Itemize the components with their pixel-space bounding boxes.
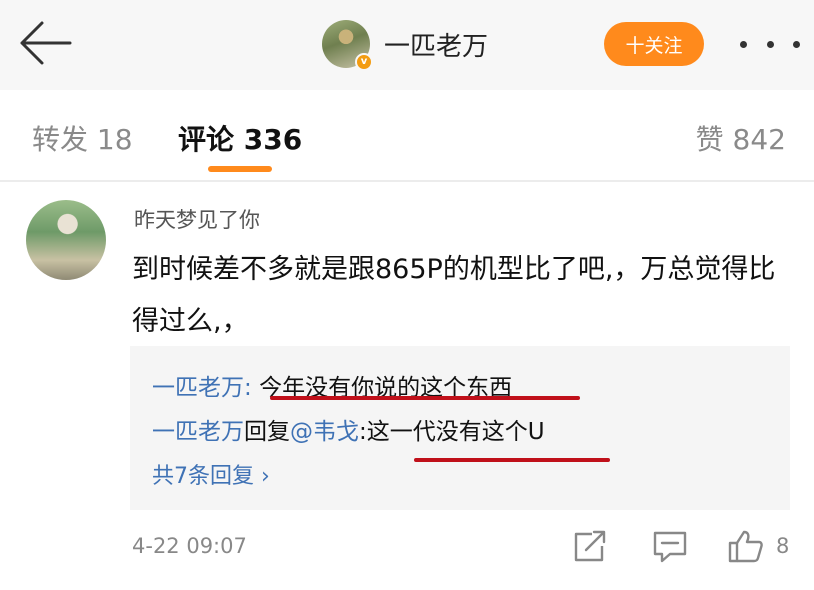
reply-mention[interactable]: @韦戈: [290, 419, 359, 445]
divider: [0, 180, 814, 182]
header-user[interactable]: v 一匹老万: [322, 18, 488, 71]
top-bar: v 一匹老万 十关注: [0, 0, 814, 90]
reply-separator: :: [244, 375, 260, 401]
active-tab-indicator: [208, 166, 272, 172]
annotation-underline: [414, 458, 610, 462]
like-count: 8: [776, 534, 790, 558]
more-dots-icon[interactable]: [740, 26, 800, 62]
comment-timestamp: 4-22 09:07: [132, 534, 247, 558]
reply-author[interactable]: 一匹老万: [152, 419, 244, 445]
reply-text: 这一代没有这个U: [366, 419, 545, 445]
dot: [766, 40, 774, 48]
more-replies-link[interactable]: 共7条回复 ›: [152, 458, 270, 490]
share-button[interactable]: [570, 528, 610, 564]
reply-box[interactable]: 一匹老万: 今年没有你说的这个东西 一匹老万回复@韦戈:这一代没有这个U 共7条…: [130, 346, 790, 510]
avatar[interactable]: v: [322, 20, 373, 71]
back-arrow-icon: [20, 21, 72, 65]
header-user-name[interactable]: 一匹老万: [384, 26, 488, 63]
verified-badge-icon: v: [355, 53, 373, 71]
back-button[interactable]: [16, 18, 74, 68]
reply-item[interactable]: 一匹老万回复@韦戈:这一代没有这个U: [152, 412, 545, 446]
follow-button[interactable]: 十关注: [604, 22, 704, 66]
comment-button[interactable]: [650, 528, 690, 564]
dot: [740, 40, 747, 48]
commenter-avatar[interactable]: [26, 200, 106, 280]
dot: [793, 40, 800, 48]
tab-bar: 转发 18 评论 336 赞 842: [0, 90, 814, 180]
comment-author[interactable]: 昨天梦见了你: [134, 204, 260, 234]
tab-repost[interactable]: 转发 18: [32, 118, 133, 158]
like-icon: [728, 530, 763, 563]
like-button[interactable]: [726, 528, 766, 564]
reply-separator: :: [359, 419, 367, 445]
reply-author[interactable]: 一匹老万: [152, 375, 244, 401]
reply-verb: 回复: [244, 419, 290, 445]
comment-text: 到时候差不多就是跟865P的机型比了吧,，万总觉得比得过么,，: [132, 254, 776, 337]
comment-icon: [653, 531, 687, 563]
tab-likes[interactable]: 赞 842: [696, 118, 786, 158]
share-icon: [574, 530, 606, 562]
annotation-underline: [270, 396, 580, 400]
tab-comments[interactable]: 评论 336: [178, 118, 302, 158]
